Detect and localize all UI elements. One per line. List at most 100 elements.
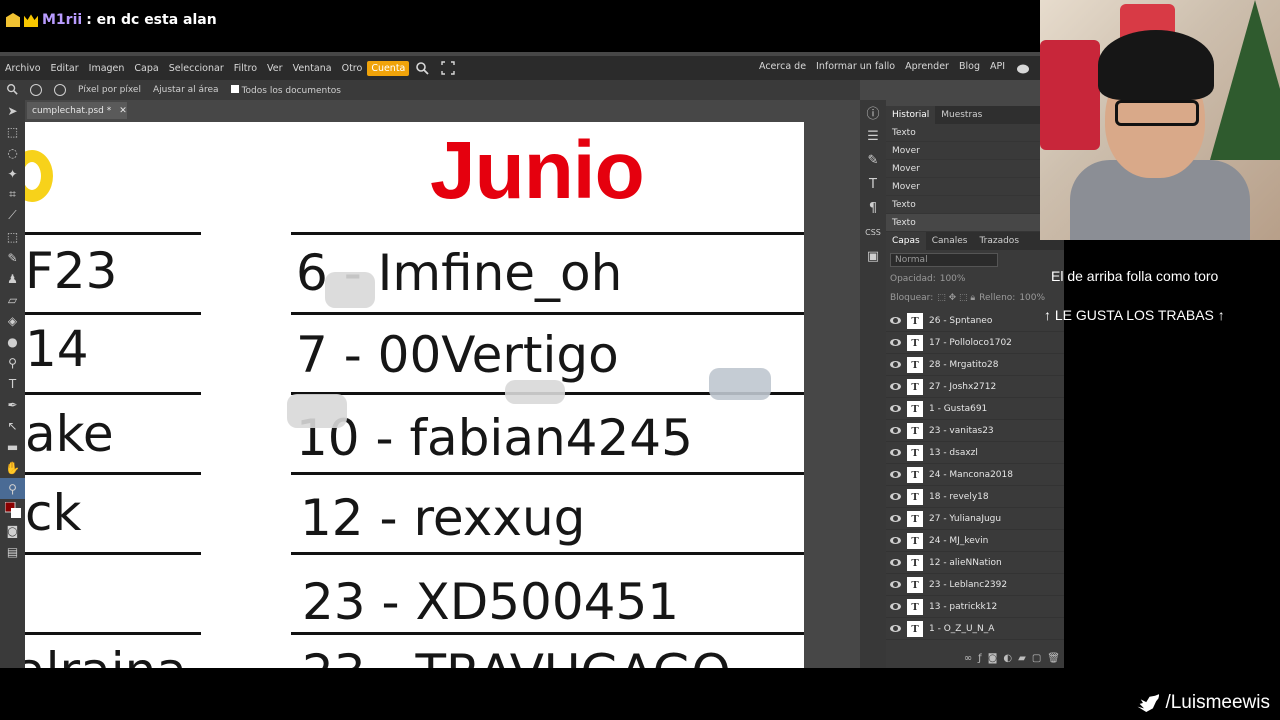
tab-capas[interactable]: Capas (886, 232, 926, 250)
fill-tool-icon[interactable]: ◈ (0, 310, 25, 331)
pen-tool-icon[interactable]: ✒ (0, 394, 25, 415)
eye-icon[interactable] (890, 405, 901, 412)
mask-icon[interactable]: ◙ (988, 653, 998, 664)
eye-icon[interactable] (890, 449, 901, 456)
search-icon[interactable] (415, 61, 430, 75)
eye-icon[interactable] (890, 471, 901, 478)
stamp-tool-icon[interactable]: ♟ (0, 268, 25, 289)
image-icon[interactable]: ▣ (860, 244, 886, 268)
eyedropper-icon[interactable]: ⟋ (0, 205, 25, 226)
crop-tool-icon[interactable]: ⌗ (0, 184, 25, 205)
new-layer-icon[interactable]: ▢ (1032, 653, 1041, 664)
properties-icon[interactable]: ☰ (860, 124, 886, 148)
paragraph-icon[interactable]: ¶ (860, 196, 886, 220)
fullscreen-icon[interactable] (441, 61, 456, 75)
brush-tool-icon[interactable]: ✎ (0, 247, 25, 268)
hand-tool-icon[interactable]: ✋ (0, 457, 25, 478)
layer-row[interactable]: T 27 - YulianaJugu (886, 508, 1064, 530)
history-step[interactable]: Mover (886, 142, 1040, 160)
fit-area-button[interactable]: Ajustar al área (153, 85, 219, 95)
history-step[interactable]: Texto (886, 124, 1040, 142)
lock-icons[interactable]: ⬚ ✥ ⬚ 🔒︎ (937, 293, 975, 303)
layer-row[interactable]: T 23 - vanitas23 (886, 420, 1064, 442)
eye-icon[interactable] (890, 581, 901, 588)
layer-row[interactable]: T 23 - Leblanc2392 (886, 574, 1064, 596)
blur-tool-icon[interactable]: ● (0, 331, 25, 352)
layer-row[interactable]: T 24 - Mancona2018 (886, 464, 1064, 486)
history-step[interactable]: Mover (886, 178, 1040, 196)
lasso-tool-icon[interactable]: ◌ (0, 142, 25, 163)
layer-row[interactable]: T 1 - Gusta691 (886, 398, 1064, 420)
layer-row[interactable]: T 27 - Joshx2712 (886, 376, 1064, 398)
menu-capa[interactable]: Capa (129, 63, 163, 74)
link-icon[interactable]: ∞ (964, 653, 972, 664)
type-tool-icon[interactable]: T (0, 373, 25, 394)
color-swatches[interactable] (0, 499, 25, 520)
menu-archivo[interactable]: Archivo (0, 63, 46, 74)
close-icon[interactable]: ✕ (119, 106, 127, 116)
tab-muestras[interactable]: Muestras (935, 106, 988, 124)
blend-mode-select[interactable]: Normal (890, 252, 998, 267)
path-select-icon[interactable]: ↖ (0, 415, 25, 436)
document-canvas[interactable]: Junio F23 14 ake ck alraina 6 - (25, 122, 804, 668)
eye-icon[interactable] (890, 515, 901, 522)
menu-cuenta[interactable]: Cuenta (367, 60, 410, 76)
history-step[interactable]: Texto (886, 196, 1040, 214)
pixel-by-pixel-button[interactable]: Píxel por píxel (78, 85, 141, 95)
menu-blog[interactable]: Blog (954, 61, 985, 75)
menu-ver[interactable]: Ver (262, 63, 288, 74)
layer-row[interactable]: T 17 - Polloloco1702 (886, 332, 1064, 354)
menu-ventana[interactable]: Ventana (288, 63, 337, 74)
eye-icon[interactable] (890, 559, 901, 566)
layer-row[interactable]: T 13 - patrickk12 (886, 596, 1064, 618)
eye-icon[interactable] (890, 317, 901, 324)
menu-informar[interactable]: Informar un fallo (811, 61, 900, 75)
trash-icon[interactable]: 🗑︎ (1047, 653, 1060, 664)
document-tab[interactable]: cumplechat.psd * ✕ (27, 102, 127, 119)
shape-tool-icon[interactable]: ▬ (0, 436, 25, 457)
layer-row[interactable]: T 13 - dsaxzl (886, 442, 1064, 464)
fill-value[interactable]: 100% (1019, 293, 1045, 303)
eye-icon[interactable] (890, 493, 901, 500)
layer-row[interactable]: T 12 - alieNNation (886, 552, 1064, 574)
history-step[interactable]: Mover (886, 160, 1040, 178)
eye-icon[interactable] (890, 537, 901, 544)
opacity-value[interactable]: 100% (940, 274, 966, 284)
dodge-tool-icon[interactable]: ⚲ (0, 352, 25, 373)
menu-otro[interactable]: Otro (337, 63, 368, 74)
patch-tool-icon[interactable]: ⬚ (0, 226, 25, 247)
menu-editar[interactable]: Editar (46, 63, 84, 74)
eye-icon[interactable] (890, 625, 901, 632)
menu-imagen[interactable]: Imagen (84, 63, 130, 74)
eraser-tool-icon[interactable]: ▱ (0, 289, 25, 310)
canvas-area[interactable]: Junio F23 14 ake ck alraina 6 - (25, 121, 860, 668)
character-icon[interactable]: T (860, 172, 886, 196)
history-step[interactable]: Texto (886, 214, 1040, 232)
magic-wand-icon[interactable]: ✦ (0, 163, 25, 184)
eye-icon[interactable] (890, 361, 901, 368)
quick-mask-icon[interactable]: ◙ (0, 520, 25, 541)
tab-trazados[interactable]: Trazados (973, 232, 1025, 250)
move-tool-icon[interactable]: ➤ (0, 100, 25, 121)
zoom-in-icon[interactable] (30, 84, 42, 96)
zoom-tool-icon[interactable] (6, 83, 18, 98)
brush-panel-icon[interactable]: ✎ (860, 148, 886, 172)
tab-historial[interactable]: Historial (886, 106, 936, 124)
eye-icon[interactable] (890, 427, 901, 434)
layer-row[interactable]: T 1 - O_Z_U_N_A (886, 618, 1064, 640)
marquee-tool-icon[interactable]: ⬚ (0, 121, 25, 142)
info-icon[interactable]: ⓘ (860, 100, 886, 124)
layer-row[interactable]: T 26 - Spntaneo (886, 310, 1064, 332)
menu-seleccionar[interactable]: Seleccionar (164, 63, 229, 74)
eye-icon[interactable] (890, 603, 901, 610)
tab-canales[interactable]: Canales (926, 232, 974, 250)
css-icon[interactable]: CSS (860, 220, 886, 244)
adjustment-icon[interactable]: ◐ (1003, 653, 1012, 664)
folder-icon[interactable]: ▰ (1018, 653, 1026, 664)
screen-mode-icon[interactable]: ▤ (0, 541, 25, 562)
layer-row[interactable]: T 18 - revely18 (886, 486, 1064, 508)
eye-icon[interactable] (890, 383, 901, 390)
effects-icon[interactable]: ƒ (978, 653, 982, 664)
reddit-icon[interactable] (1016, 61, 1030, 75)
eye-icon[interactable] (890, 339, 901, 346)
